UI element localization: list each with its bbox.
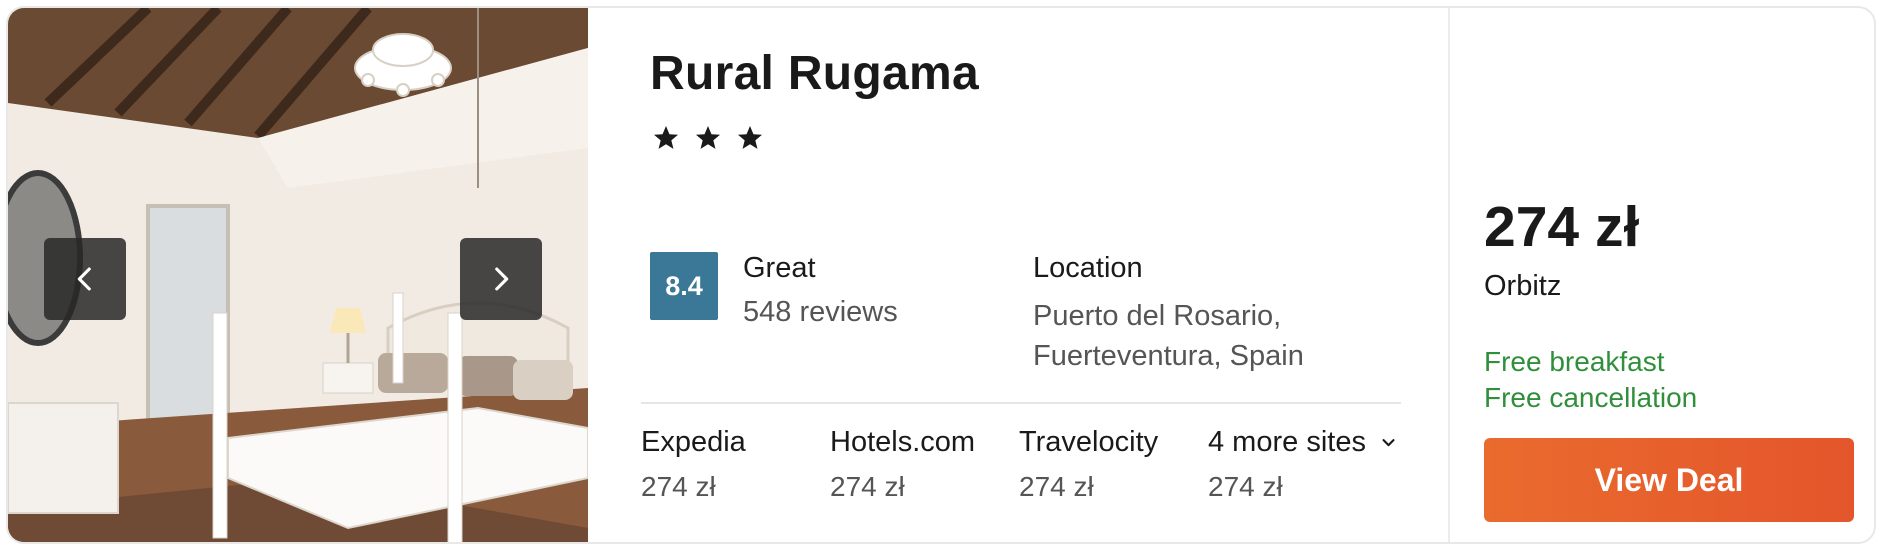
rating-label: Great: [743, 252, 816, 284]
site-name: Hotels.com: [830, 426, 976, 458]
photo-prev-button[interactable]: [44, 238, 126, 320]
site-expedia[interactable]: Expedia 274 zł: [641, 426, 830, 503]
site-travelocity[interactable]: Travelocity 274 zł: [1019, 426, 1208, 503]
more-sites-label[interactable]: 4 more sites: [1208, 426, 1397, 459]
review-count: 548 reviews: [743, 296, 898, 328]
perk-free-breakfast: Free breakfast: [1484, 346, 1665, 377]
location-line-1: Puerto del Rosario,: [1033, 300, 1282, 332]
deal-price: 274 zł: [1484, 195, 1640, 259]
site-price: 274 zł: [641, 471, 716, 502]
site-name: Expedia: [641, 426, 746, 458]
location-label: Location: [1033, 252, 1143, 284]
price-comparison-sites: Expedia 274 zł Hotels.com 274 zł Travelo…: [641, 426, 1397, 503]
deal-panel: 274 zł Orbitz Free breakfast Free cancel…: [1450, 8, 1874, 542]
site-price: 274 zł: [1019, 471, 1094, 502]
site-hotels-com[interactable]: Hotels.com 274 zł: [830, 426, 1019, 503]
view-deal-button[interactable]: View Deal: [1484, 438, 1854, 522]
hotel-result-card: Rural Rugama 8.4 Great 548 reviews Locat…: [6, 6, 1876, 544]
more-sites-text: 4 more sites: [1208, 426, 1366, 458]
more-sites-toggle[interactable]: 4 more sites 274 zł: [1208, 426, 1397, 503]
star-icon: [738, 126, 762, 149]
deal-provider: Orbitz: [1484, 270, 1562, 302]
hotel-photo[interactable]: [8, 8, 588, 542]
star-rating: [650, 122, 766, 154]
rating-score-badge: 8.4: [650, 252, 718, 320]
chevron-left-icon: [77, 267, 91, 291]
chevron-down-icon: [1382, 438, 1395, 446]
star-icon: [654, 126, 678, 149]
divider: [641, 402, 1401, 404]
site-name: Travelocity: [1019, 426, 1159, 458]
hotel-details: Rural Rugama 8.4 Great 548 reviews Locat…: [588, 8, 1448, 542]
perk-free-cancellation: Free cancellation: [1484, 382, 1698, 413]
star-icon: [696, 126, 720, 149]
site-price: 274 zł: [1208, 471, 1283, 502]
hotel-name[interactable]: Rural Rugama: [650, 46, 979, 101]
location-value: Puerto del Rosario, Fuerteventura, Spain: [1033, 296, 1413, 376]
site-price: 274 zł: [830, 471, 905, 502]
location-line-2: Fuerteventura, Spain: [1033, 340, 1304, 372]
photo-next-button[interactable]: [460, 238, 542, 320]
chevron-right-icon: [495, 267, 509, 291]
